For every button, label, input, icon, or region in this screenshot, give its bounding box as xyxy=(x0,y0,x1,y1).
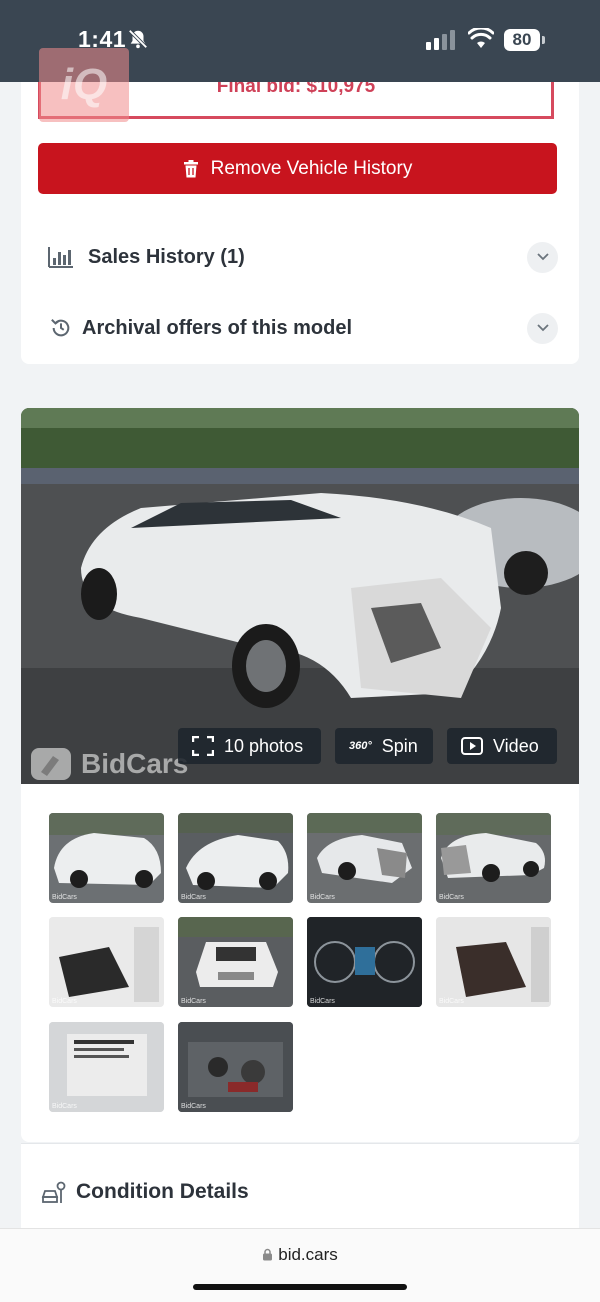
home-indicator[interactable] xyxy=(193,1284,407,1290)
thumbnail-1-image xyxy=(49,813,164,888)
bidcars-watermark: BidCars xyxy=(29,746,188,782)
wifi-icon xyxy=(468,28,494,48)
thumbnail-4-image xyxy=(436,813,551,882)
bidcars-logo-icon xyxy=(31,748,71,780)
thumbnail-6[interactable]: BidCars xyxy=(178,917,293,1007)
thumbnail-10[interactable]: BidCars xyxy=(178,1022,293,1112)
thumbnail-2-image xyxy=(178,813,293,890)
thumbnail-8[interactable]: BidCars xyxy=(436,917,551,1007)
thumbnail-9-watermark: BidCars xyxy=(52,1103,77,1110)
battery-indicator: 80 xyxy=(504,29,540,51)
main-vehicle-photo[interactable]: BidCars 10 photos 360° Spin Video xyxy=(21,408,579,784)
bar-chart-icon xyxy=(48,247,73,268)
condition-details-label: Condition Details xyxy=(76,1180,249,1203)
browser-address-bar[interactable]: bid.cars xyxy=(0,1228,600,1302)
url-display[interactable]: bid.cars xyxy=(0,1245,600,1265)
photo-gallery-card: BidCars 10 photos 360° Spin Video BidCar… xyxy=(21,408,579,1142)
remove-vehicle-history-button[interactable]: Remove Vehicle History xyxy=(38,143,557,194)
chevron-down-icon xyxy=(536,324,549,332)
thumbnail-6-watermark: BidCars xyxy=(181,998,206,1005)
thumbnail-2-watermark: BidCars xyxy=(181,894,206,901)
video-button-label: Video xyxy=(493,735,539,756)
thumbnail-9[interactable]: BidCars xyxy=(49,1022,164,1112)
url-text: bid.cars xyxy=(278,1245,338,1264)
fullscreen-icon xyxy=(192,736,214,756)
thumbnail-4-watermark: BidCars xyxy=(439,894,464,901)
lock-icon xyxy=(263,1248,273,1261)
battery-tip xyxy=(542,36,545,44)
photos-button-label: 10 photos xyxy=(224,735,304,756)
photos-button[interactable]: 10 photos xyxy=(178,728,321,764)
thumbnail-6-image xyxy=(178,917,293,987)
trash-icon xyxy=(183,159,198,177)
sales-history-row[interactable]: Sales History (1) xyxy=(21,227,579,287)
vehicle-history-card: Final bid: $10,975 Remove Vehicle Histor… xyxy=(21,82,579,364)
archival-offers-row[interactable]: Archival offers of this model xyxy=(21,298,579,358)
history-icon xyxy=(51,319,70,337)
bidcars-watermark-text: BidCars xyxy=(81,748,189,779)
iq-logo: iQ xyxy=(39,48,129,122)
thumbnail-5-image xyxy=(49,917,164,1007)
spin-button[interactable]: 360° Spin xyxy=(335,728,433,764)
sales-history-expand[interactable] xyxy=(527,241,558,273)
car-wrench-icon xyxy=(41,1181,66,1203)
archival-offers-label: Archival offers of this model xyxy=(82,316,353,339)
sales-history-label: Sales History (1) xyxy=(88,245,245,268)
thumbnail-2[interactable]: BidCars xyxy=(178,813,293,903)
spin-360-icon: 360° xyxy=(349,740,372,752)
thumbnail-1[interactable]: BidCars xyxy=(49,813,164,903)
thumbnail-5[interactable]: BidCars xyxy=(49,917,164,1007)
thumbnail-9-image xyxy=(49,1022,164,1112)
signal-icon xyxy=(426,30,455,50)
thumbnail-3-image xyxy=(307,813,422,883)
thumbnail-3[interactable]: BidCars xyxy=(307,813,422,903)
thumbnail-5-watermark: BidCars xyxy=(52,998,77,1005)
thumbnail-7[interactable]: BidCars xyxy=(307,917,422,1007)
thumbnail-7-watermark: BidCars xyxy=(310,998,335,1005)
thumbnail-4[interactable]: BidCars xyxy=(436,813,551,903)
thumbnail-1-watermark: BidCars xyxy=(52,894,77,901)
thumbnail-10-image xyxy=(178,1022,293,1112)
thumbnail-3-watermark: BidCars xyxy=(310,894,335,901)
thumbnail-8-image xyxy=(436,917,551,1007)
thumbnail-7-image xyxy=(307,917,422,1007)
remove-vehicle-history-label: Remove Vehicle History xyxy=(210,157,413,179)
spin-button-label: Spin xyxy=(381,735,418,756)
bell-muted-icon xyxy=(128,29,148,49)
chevron-down-icon xyxy=(536,253,549,261)
thumbnail-8-watermark: BidCars xyxy=(439,998,464,1005)
thumbnail-10-watermark: BidCars xyxy=(181,1103,206,1110)
archival-offers-expand[interactable] xyxy=(527,312,558,344)
video-button[interactable]: Video xyxy=(447,728,557,764)
play-video-icon xyxy=(461,737,483,755)
